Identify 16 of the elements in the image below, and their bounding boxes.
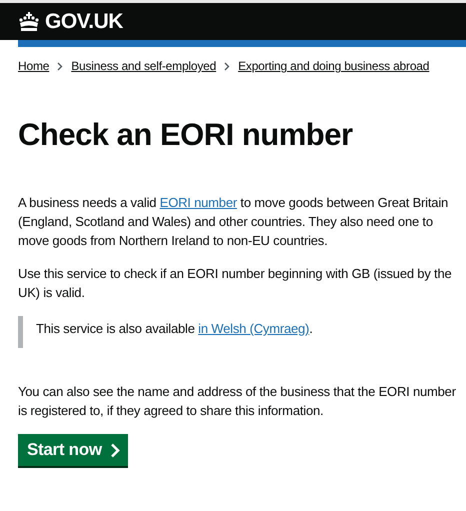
chevron-icon bbox=[57, 62, 64, 70]
intro-paragraph: A business needs a valid EORI number to move goods between Great Britain (England, Scotland and Wales) and other countries. They also need one to move goods from Northern Ireland to non-EU countries. bbox=[18, 194, 450, 250]
page-title: Check an EORI number bbox=[18, 117, 354, 153]
chevron-icon bbox=[110, 442, 120, 458]
eori-link[interactable]: EORI number bbox=[160, 195, 237, 210]
welsh-notice: This service is also available in Welsh (Cymraeg). bbox=[36, 321, 313, 336]
crown-icon bbox=[18, 12, 40, 32]
breadcrumb-link[interactable]: Exporting and doing business abroad bbox=[238, 59, 430, 73]
welsh-link[interactable]: in Welsh (Cymraeg) bbox=[198, 321, 310, 336]
usage-paragraph: Use this service to check if an EORI number beginning with GB (issued by the UK) is valid. bbox=[18, 265, 453, 302]
breadcrumb-link[interactable]: Home bbox=[18, 59, 50, 73]
start-now-button[interactable]: Start now bbox=[18, 434, 128, 466]
details-paragraph: You can also see the name and address of the business that the EORI number is registered to, if they agreed to share this information. bbox=[18, 383, 457, 420]
chevron-icon bbox=[224, 62, 230, 70]
breadcrumb-link[interactable]: Business and self-employed bbox=[71, 59, 216, 73]
govuk-logo-link[interactable]: GOV.UK bbox=[18, 10, 123, 34]
